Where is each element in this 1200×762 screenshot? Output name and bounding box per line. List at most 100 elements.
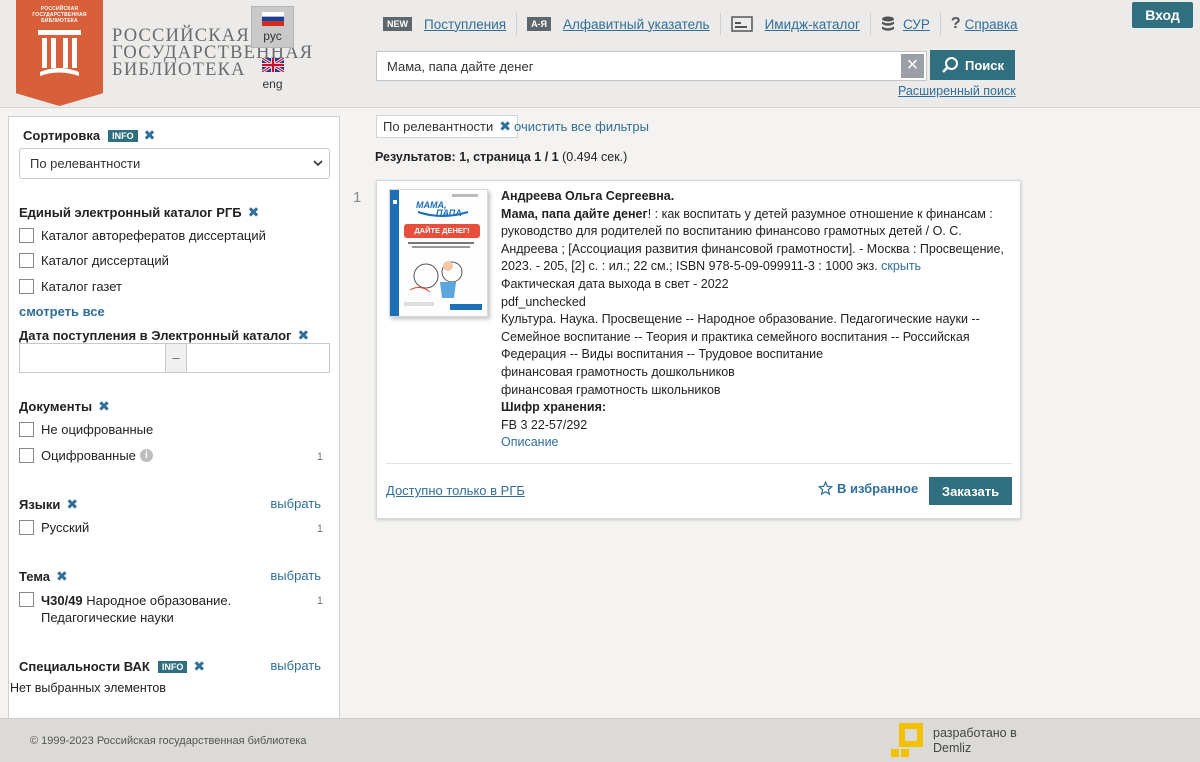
rsl-logo[interactable]: РОССИЙСКАЯ ГОСУДАРСТВЕННАЯ БИБЛИОТЕКА (16, 0, 103, 106)
hide-details-link[interactable]: скрыть (881, 259, 921, 273)
catalog-option-abstracts[interactable]: Каталог авторефератов диссертаций (19, 228, 266, 243)
results-label: Результатов: (375, 150, 456, 164)
nav-image-catalog-link[interactable]: Имидж-каталог (765, 17, 860, 32)
nav-help[interactable]: ? Справка (951, 13, 1028, 35)
vak-title-text: Специальности ВАК (19, 659, 150, 674)
documents-clear-icon[interactable]: ✖ (98, 398, 110, 414)
add-to-favorites-button[interactable]: В избранное (818, 481, 918, 496)
vak-pick-link[interactable]: выбрать (270, 658, 321, 673)
active-filter-chip[interactable]: По релевантности ✖ (376, 115, 519, 138)
developer-credit[interactable]: разработано в Demliz (933, 726, 1017, 756)
shelf-mark: FB 3 22-57/292 (501, 417, 588, 432)
lang-en-label: eng (262, 77, 283, 91)
record-title-line: Мама, папа дайте денег! : как воспитать … (501, 206, 1011, 224)
catalog-option-newspapers[interactable]: Каталог газет (19, 279, 122, 294)
date-clear-icon[interactable]: ✖ (297, 327, 309, 343)
documents-digitized-count: 1 (316, 451, 323, 463)
catalog-option-label: Каталог газет (41, 279, 122, 294)
lang-ru-button[interactable]: рус (251, 6, 294, 48)
sort-select[interactable]: По релевантности (19, 148, 330, 179)
checkbox[interactable] (19, 520, 34, 535)
database-icon (881, 16, 894, 31)
record-author[interactable]: Андреева Ольга Сергеевна. (501, 188, 1011, 206)
catalog-title-text: Единый электронный каталог РГБ (19, 205, 242, 220)
topic-count: 1 (316, 595, 323, 607)
catalog-option-label: Каталог диссертаций (41, 253, 169, 268)
date-range: – (19, 343, 330, 373)
chevron-down-icon (313, 160, 323, 167)
vak-clear-icon[interactable]: ✖ (193, 658, 205, 674)
sort-select-value: По релевантности (30, 156, 141, 171)
new-badge-icon: NEW (383, 17, 412, 31)
order-button[interactable]: Заказать (929, 477, 1012, 505)
top-nav: NEW Поступления А-Я Алфавитный указатель… (383, 12, 1038, 36)
image-catalog-icon (730, 16, 753, 32)
nav-help-link[interactable]: Справка (965, 17, 1018, 32)
catalog-option-dissertations[interactable]: Каталог диссертаций (19, 253, 169, 268)
sort-clear-icon[interactable]: ✖ (144, 127, 156, 143)
nav-sur[interactable]: СУР (881, 13, 941, 35)
checkbox[interactable] (19, 228, 34, 243)
clear-search-icon[interactable]: × (901, 54, 924, 78)
date-title-text: Дата поступления в Электронный каталог (19, 328, 292, 343)
checkbox[interactable] (19, 279, 34, 294)
sort-info-badge[interactable]: INFO (108, 130, 138, 142)
nav-new-arrivals-link[interactable]: Поступления (424, 17, 506, 32)
active-filter-label: По релевантности (383, 119, 494, 134)
results-page: 1 / 1 (534, 150, 559, 164)
checkbox[interactable] (19, 592, 34, 607)
record-line-6: pdf_unchecked (501, 294, 586, 309)
search-input[interactable] (377, 52, 901, 80)
record-title: Мама, папа дайте денег (501, 206, 648, 221)
catalog-title: Единый электронный каталог РГБ ✖ (19, 204, 259, 221)
documents-option-digitized[interactable]: Оцифрованные i (19, 448, 153, 463)
card-divider (386, 463, 1012, 464)
see-all-link[interactable]: смотреть все (19, 304, 105, 319)
vak-info-badge[interactable]: INFO (157, 661, 188, 673)
info-icon[interactable]: i (139, 449, 153, 462)
nav-sur-link[interactable]: СУР (903, 17, 930, 32)
date-title: Дата поступления в Электронный каталог ✖ (19, 327, 309, 344)
topic-clear-icon[interactable]: ✖ (56, 568, 68, 584)
record-line-1: ! : как воспитать у детей разумное отнош… (647, 206, 993, 221)
date-to-field[interactable] (187, 344, 329, 372)
documents-title-text: Документы (19, 399, 93, 414)
nav-alphabet-index-link[interactable]: Алфавитный указатель (563, 17, 710, 32)
search-button-label: Поиск (964, 57, 1004, 73)
russia-flag-icon (261, 12, 284, 26)
remove-filter-icon[interactable]: ✖ (499, 118, 511, 135)
advanced-search-link[interactable]: Расширенный поиск (898, 84, 1016, 98)
logo-small-text: РОССИЙСКАЯ ГОСУДАРСТВЕННАЯ БИБЛИОТЕКА (32, 6, 87, 24)
topic-option[interactable]: Ч30/49 Народное образование. Педагогичес… (19, 592, 231, 626)
topic-pick-link[interactable]: выбрать (270, 568, 321, 583)
languages-pick-link[interactable]: выбрать (270, 496, 321, 511)
nav-new-arrivals[interactable]: NEW Поступления (383, 13, 518, 35)
languages-title-text: Языки (19, 497, 61, 512)
checkbox[interactable] (19, 253, 34, 268)
star-icon (818, 481, 833, 496)
languages-russian-count: 1 (316, 523, 323, 535)
record-line-9: Федерация -- Виды воспитания -- Трудовое… (501, 347, 824, 362)
book-cover-image[interactable]: МАМА, ПАПА ДАЙТЕ ДЕНЕГ! (389, 189, 488, 317)
record-line-11: финансовая грамотность школьников (501, 382, 721, 397)
languages-option-russian[interactable]: Русский (19, 520, 89, 535)
clear-all-filters-link[interactable]: очистить все фильтры (514, 119, 649, 134)
nav-alphabet-index[interactable]: А-Я Алфавитный указатель (527, 13, 721, 35)
date-from-field[interactable] (20, 344, 165, 372)
topic-line-1: Народное образование. (86, 593, 232, 608)
checkbox[interactable] (19, 448, 34, 463)
search-button[interactable]: Поиск (930, 50, 1015, 80)
login-button[interactable]: Вход (1132, 2, 1193, 28)
record-line-4-wrap: 2023. - 205, [2] с. : ил.; 22 см.; ISBN … (501, 258, 1011, 276)
catalog-option-label: Каталог авторефератов диссертаций (41, 228, 266, 243)
availability-link[interactable]: Доступно только в РГБ (386, 483, 525, 498)
checkbox[interactable] (19, 422, 34, 437)
demliz-logo-icon[interactable] (891, 723, 925, 759)
languages-clear-icon[interactable]: ✖ (66, 496, 78, 512)
catalog-clear-icon[interactable]: ✖ (248, 204, 260, 220)
languages-title: Языки ✖ (19, 496, 78, 513)
documents-option-not-digitized[interactable]: Не оцифрованные (19, 422, 153, 437)
description-link[interactable]: Описание (501, 434, 1011, 452)
lang-en-button[interactable]: eng (251, 58, 294, 91)
nav-image-catalog[interactable]: Имидж-каталог (730, 13, 871, 35)
